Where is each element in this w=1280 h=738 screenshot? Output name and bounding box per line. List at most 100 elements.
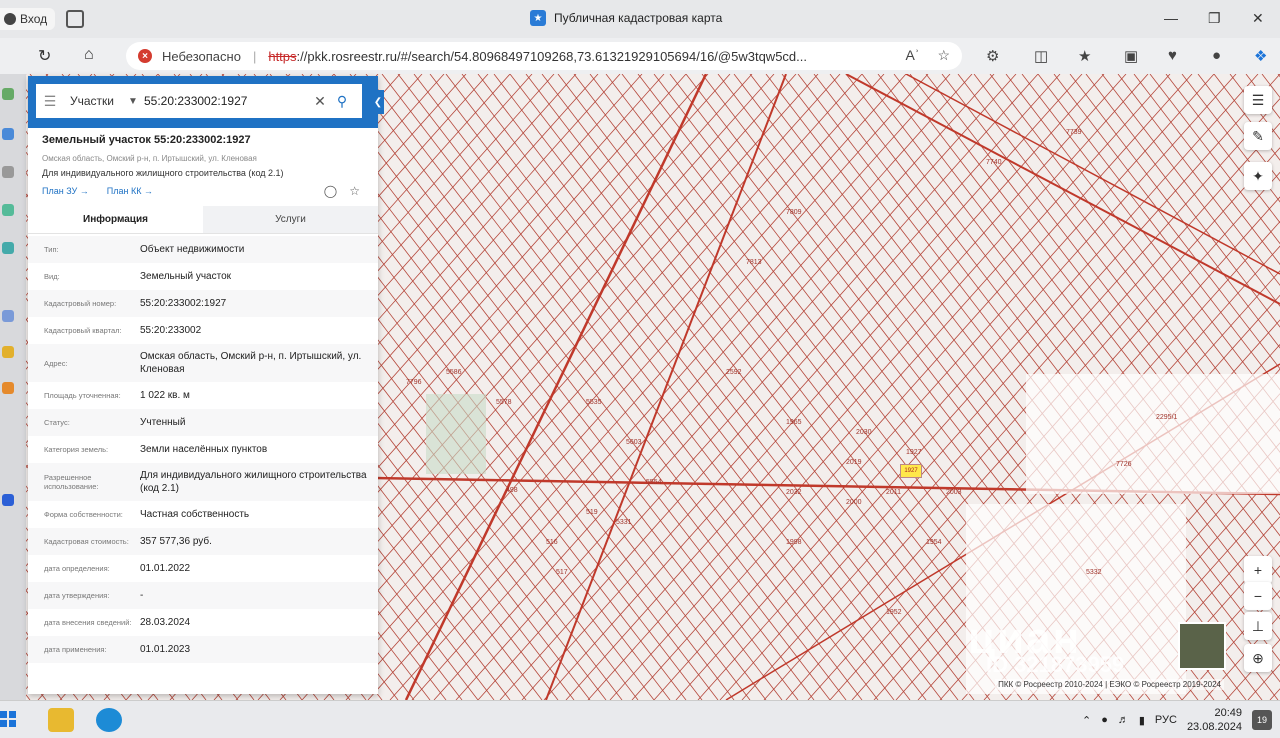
attribute-value[interactable]: Земли населённых пунктов bbox=[140, 443, 378, 456]
selected-parcel[interactable]: 1927 bbox=[900, 464, 922, 478]
parcel-label[interactable]: 5578 bbox=[496, 399, 512, 406]
tab-actions-icon[interactable] bbox=[66, 10, 84, 28]
parcel-label[interactable]: 1965 bbox=[786, 419, 802, 426]
attribute-value[interactable]: - bbox=[140, 589, 378, 602]
compass-icon[interactable]: ⊕ bbox=[1244, 644, 1272, 672]
plan-zu-link[interactable]: План ЗУ → bbox=[42, 186, 89, 196]
sidebar-app-icon[interactable] bbox=[2, 88, 14, 100]
parcel-label[interactable]: 2592 bbox=[726, 369, 742, 376]
parcel-label[interactable]: 2003 bbox=[946, 489, 962, 496]
favorite-star-icon[interactable]: ☆ bbox=[937, 47, 950, 64]
search-icon[interactable]: ⚲ bbox=[330, 93, 354, 110]
sidebar-app-icon[interactable] bbox=[2, 242, 14, 254]
parcel-label[interactable]: 498 bbox=[506, 487, 518, 494]
browser-essentials-icon[interactable]: ♥ bbox=[1168, 47, 1177, 64]
parcel-label[interactable]: 1927 bbox=[906, 449, 922, 456]
parcel-label[interactable]: 2032 bbox=[786, 489, 802, 496]
sidebar-app-icon[interactable] bbox=[2, 494, 14, 506]
sidebar-app-icon[interactable] bbox=[2, 346, 14, 358]
sidebar-app-icon[interactable] bbox=[2, 382, 14, 394]
camera-icon[interactable]: ● bbox=[1101, 714, 1108, 726]
layers-icon[interactable]: ☰ bbox=[1244, 86, 1272, 114]
attribute-value[interactable]: 01.01.2022 bbox=[140, 562, 378, 575]
parcel-label[interactable]: 7809 bbox=[786, 209, 802, 216]
address-bar[interactable]: × Небезопасно | https ://pkk.rosreestr.r… bbox=[126, 42, 962, 70]
parcel-label[interactable]: 1952 bbox=[886, 609, 902, 616]
login-tab[interactable]: Вход bbox=[0, 8, 56, 30]
parcel-label[interactable]: 5535 bbox=[586, 399, 602, 406]
profile-icon[interactable]: ● bbox=[1212, 47, 1221, 64]
parcel-label[interactable]: 7796 bbox=[406, 379, 422, 386]
attribute-value[interactable]: Объект недвижимости bbox=[140, 243, 378, 256]
attribute-value[interactable]: 357 577,36 руб. bbox=[140, 535, 378, 548]
parcel-label[interactable]: 516 bbox=[546, 539, 558, 546]
split-screen-icon[interactable]: ◫ bbox=[1034, 47, 1048, 65]
attribute-value[interactable]: Земельный участок bbox=[140, 270, 378, 283]
tab-services[interactable]: Услуги bbox=[203, 206, 378, 233]
attribute-value[interactable]: Для индивидуального жилищного строительс… bbox=[140, 469, 378, 495]
file-explorer-icon[interactable] bbox=[48, 708, 74, 732]
clock[interactable]: 20:49 23.08.2024 bbox=[1187, 706, 1242, 734]
menu-icon[interactable]: ☰ bbox=[36, 93, 64, 110]
minimize-icon[interactable]: — bbox=[1164, 10, 1178, 26]
parcel-label[interactable]: 5554 bbox=[646, 479, 662, 486]
read-aloud-icon[interactable]: Aʾ bbox=[905, 47, 919, 64]
parcel-label[interactable]: 2030 bbox=[856, 429, 872, 436]
locate-icon[interactable]: ✦ bbox=[1244, 162, 1272, 190]
parcel-label[interactable]: 7813 bbox=[746, 259, 762, 266]
parcel-label[interactable]: 1954 bbox=[926, 539, 942, 546]
plan-kk-link[interactable]: План КК → bbox=[107, 186, 153, 196]
parcel-label[interactable]: 7726 bbox=[1116, 461, 1132, 468]
parcel-label[interactable]: 2000 bbox=[846, 499, 862, 506]
attribute-value[interactable]: 28.03.2024 bbox=[140, 616, 378, 629]
collections-icon[interactable]: ▣ bbox=[1124, 47, 1138, 65]
pencil-icon[interactable]: ✎ bbox=[1244, 122, 1272, 150]
favorite-star-icon[interactable]: ☆ bbox=[349, 184, 360, 198]
search-type-select[interactable]: Участки bbox=[64, 94, 128, 108]
refresh-icon[interactable]: ↻ bbox=[38, 46, 51, 66]
parcel-label[interactable]: 519 bbox=[586, 509, 598, 516]
volume-icon[interactable]: ♬ bbox=[1118, 714, 1129, 726]
sidebar-app-icon[interactable] bbox=[2, 128, 14, 140]
home-icon[interactable]: ⌂ bbox=[84, 46, 94, 64]
parcel-label[interactable]: 2019 bbox=[846, 459, 862, 466]
attribute-value[interactable]: Частная собственность bbox=[140, 508, 378, 521]
sidebar-app-icon[interactable] bbox=[2, 166, 14, 178]
chevron-down-icon[interactable]: ▼ bbox=[128, 96, 144, 107]
battery-icon[interactable]: ▮ bbox=[1139, 714, 1145, 727]
restore-icon[interactable]: ❐ bbox=[1208, 10, 1221, 27]
clear-search-icon[interactable]: ✕ bbox=[310, 93, 330, 110]
basemap-toggle[interactable] bbox=[1178, 622, 1226, 670]
parcel-label[interactable]: 517 bbox=[556, 569, 568, 576]
tab-information[interactable]: Информация bbox=[28, 206, 203, 233]
windows-start-icon[interactable] bbox=[0, 711, 16, 727]
attribute-value[interactable]: Учтенный bbox=[140, 416, 378, 429]
zoom-in-button[interactable]: + bbox=[1244, 556, 1272, 584]
attribute-value[interactable]: 01.01.2023 bbox=[140, 643, 378, 656]
attribute-value[interactable]: 1 022 кв. м bbox=[140, 389, 378, 402]
attribute-value[interactable]: 55:20:233002:1927 bbox=[140, 297, 378, 310]
search-input[interactable] bbox=[144, 94, 310, 108]
favorites-icon[interactable]: ★ bbox=[1078, 47, 1091, 65]
attribute-value[interactable]: Омская область, Омский р-н, п. Иртышский… bbox=[140, 350, 378, 376]
extensions-icon[interactable]: ⚙ bbox=[986, 47, 999, 65]
chevron-up-icon[interactable]: ⌃ bbox=[1082, 714, 1091, 727]
zoom-out-button[interactable]: − bbox=[1244, 582, 1272, 610]
parcel-label[interactable]: 2011 bbox=[886, 489, 901, 496]
parcel-label[interactable]: 5331 bbox=[616, 519, 632, 526]
parcel-label[interactable]: 2295/1 bbox=[1156, 414, 1178, 421]
parcel-label[interactable]: 1998 bbox=[786, 539, 802, 546]
parcel-label[interactable]: 5332 bbox=[1086, 569, 1102, 576]
zoom-to-object-icon[interactable]: ◯ bbox=[324, 184, 337, 198]
close-icon[interactable]: ✕ bbox=[1252, 10, 1264, 27]
language-indicator[interactable]: РУС bbox=[1155, 714, 1177, 726]
sidebar-app-icon[interactable] bbox=[2, 310, 14, 322]
parcel-label[interactable]: 5586 bbox=[446, 369, 462, 376]
edge-browser-icon[interactable] bbox=[96, 708, 122, 732]
parcel-label[interactable]: 7739 bbox=[1066, 129, 1082, 136]
sidebar-app-icon[interactable] bbox=[2, 204, 14, 216]
collapse-panel-button[interactable]: ❮ bbox=[372, 90, 384, 114]
notifications-badge[interactable]: 19 bbox=[1252, 710, 1272, 730]
parcel-label[interactable]: 7740 bbox=[986, 159, 1002, 166]
attribute-value[interactable]: 55:20:233002 bbox=[140, 324, 378, 337]
